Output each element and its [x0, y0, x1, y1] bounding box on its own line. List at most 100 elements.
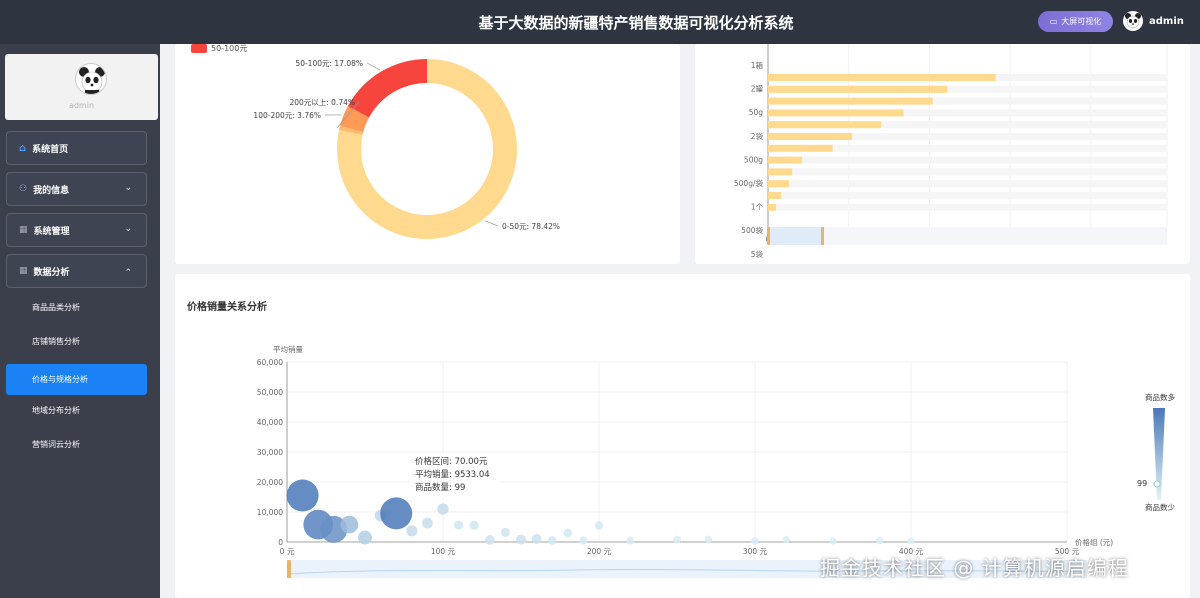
submenu-region-analysis[interactable]: 地域分布分析 — [6, 395, 147, 426]
user-icon: ⚇ — [19, 184, 28, 194]
scatter-point[interactable] — [406, 525, 418, 537]
bar-category-label: 1箱 — [751, 60, 764, 70]
bar-value[interactable] — [768, 168, 793, 176]
user-name: admin — [1149, 15, 1184, 27]
scatter-point[interactable] — [594, 521, 604, 530]
scatter-y-tick-label: 0 — [278, 538, 283, 547]
scatter-x-tick-label: 0 元 — [280, 547, 295, 556]
watermark: 掘金技术社区 @ 计算机源启编程 — [820, 556, 1129, 580]
home-icon: ⌂ — [19, 142, 27, 154]
bar-value[interactable] — [768, 74, 996, 81]
bar-value[interactable] — [768, 133, 852, 140]
legend-swatch[interactable] — [191, 44, 207, 53]
legend-label[interactable]: 50-100元 — [211, 44, 247, 53]
pie-chart-panel: 50-100元 0-50元: 78.42% 50-100元: 17.08% 100-… — [175, 44, 680, 264]
scatter-point[interactable] — [437, 503, 449, 515]
scatter-point[interactable] — [340, 515, 359, 534]
bar-category-label: 2袋 — [751, 131, 764, 141]
pie-slice-label: 100-200元: 3.76% — [253, 111, 321, 120]
sidebar: admin ⌂ 系统首页 ⚇ 我的信息 ⌄ ▦ 系统管理 ⌄ ▦ 数据分析 ⌃ … — [0, 44, 160, 598]
submenu-price-spec-analysis[interactable]: 价格与规格分析 — [6, 364, 147, 395]
scatter-point[interactable] — [531, 534, 542, 544]
scatter-point[interactable] — [516, 534, 526, 545]
scatter-point[interactable] — [907, 537, 915, 545]
scatter-point[interactable] — [500, 527, 510, 537]
spec-sales-bar-chart: 1箱2罐50g2袋500g500g/袋1个500袋5袋 050,000100,0… — [734, 44, 1168, 259]
scatter-point[interactable] — [286, 479, 319, 512]
bar-background — [768, 168, 1167, 176]
grid-icon: ▦ — [19, 225, 28, 235]
bar-category-label: 500g/袋 — [734, 178, 764, 188]
profile-name: admin — [68, 101, 95, 110]
bar-value[interactable] — [768, 203, 777, 211]
scatter-y-tick-label: 10,000 — [257, 508, 283, 517]
scatter-x-tick-label: 100 元 — [431, 547, 456, 556]
bar-category-label: 5袋 — [751, 249, 764, 259]
pie-slice-label: 0-50元: 78.42% — [502, 222, 560, 231]
scatter-point[interactable] — [422, 517, 433, 529]
pie-slice-label: 50-100元: 17.08% — [295, 59, 363, 68]
top-header: 基于大数据的新疆特产销售数据可视化分析系统 ▭ 大屏可视化 admin — [0, 0, 1200, 44]
submenu-wordcloud-analysis[interactable]: 营销词云分析 — [6, 429, 147, 460]
menu-item-home[interactable]: ⌂ 系统首页 — [6, 131, 147, 165]
scatter-x-tick-label: 300 元 — [743, 547, 768, 556]
visualmap-min-label: 商品数少 — [1145, 502, 1175, 512]
scatter-point[interactable] — [358, 530, 372, 545]
bar-value[interactable] — [768, 180, 789, 188]
monitor-icon: ▭ — [1049, 17, 1058, 26]
bar-value[interactable] — [768, 85, 948, 93]
scatter-point[interactable] — [454, 520, 464, 530]
scatter-y-tick-label: 30,000 — [257, 448, 283, 457]
pie-leader-line — [366, 62, 381, 71]
user-menu[interactable]: admin — [1123, 11, 1184, 31]
price-sales-scatter-chart: 平均销量 价格组 (元) 0 10,000 20,000 30,000 40,000 50… — [257, 344, 1175, 578]
grid-icon: ▦ — [19, 266, 28, 276]
scatter-datazoom-handle-left[interactable] — [287, 560, 291, 578]
scatter-point[interactable] — [673, 535, 681, 544]
submenu-category-analysis[interactable]: 商品品类分析 — [6, 292, 147, 323]
scatter-point[interactable] — [563, 528, 573, 538]
datazoom-track[interactable] — [767, 227, 1167, 245]
menu-item-data-analysis[interactable]: ▦ 数据分析 ⌃ — [6, 254, 147, 288]
bar-background — [768, 156, 1167, 164]
system-title: 基于大数据的新疆特产销售数据可视化分析系统 — [478, 14, 794, 32]
scatter-point[interactable] — [829, 537, 837, 545]
scatter-point[interactable] — [484, 535, 495, 545]
bar-value[interactable] — [768, 144, 833, 152]
scatter-point[interactable] — [579, 536, 588, 545]
bar-background — [768, 203, 1167, 211]
bar-value[interactable] — [768, 192, 781, 199]
scatter-tooltip: 价格区间: 70.00元 平均销量: 9533.04 商品数量: 99 — [409, 454, 499, 497]
scatter-x-tick-label: 200 元 — [587, 547, 612, 556]
big-screen-button[interactable]: ▭ 大屏可视化 — [1038, 11, 1113, 32]
price-range-pie-chart: 50-100元 0-50元: 78.42% 50-100元: 17.08% 100-… — [191, 44, 560, 240]
visualmap-value: 99 — [1137, 479, 1147, 488]
pie-slice-label: 200元以上: 0.74% — [289, 98, 355, 107]
menu-item-my-info[interactable]: ⚇ 我的信息 ⌄ — [6, 172, 147, 206]
big-screen-label: 大屏可视化 — [1061, 17, 1102, 26]
scatter-point[interactable] — [782, 535, 790, 544]
scatter-y-tick-label: 40,000 — [257, 418, 283, 427]
bar-value[interactable] — [768, 109, 904, 117]
scatter-point[interactable] — [876, 537, 884, 545]
bar-value[interactable] — [768, 156, 802, 164]
submenu-shop-sales-analysis[interactable]: 店铺销售分析 — [6, 326, 147, 357]
scatter-point[interactable] — [380, 497, 413, 530]
scatter-point[interactable] — [626, 536, 635, 545]
spec-bar-chart-panel: 1箱2罐50g2袋500g500g/袋1个500袋5袋 050,000100,0… — [695, 44, 1190, 264]
bar-value[interactable] — [768, 97, 933, 105]
datazoom-window[interactable] — [769, 227, 823, 245]
datazoom-handle-left[interactable] — [767, 227, 770, 245]
bar-background — [768, 180, 1167, 188]
panda-avatar-icon — [75, 63, 107, 95]
visualmap-handle[interactable] — [1153, 480, 1161, 488]
scatter-point[interactable] — [704, 535, 712, 544]
datazoom-handle-right[interactable] — [821, 227, 824, 245]
menu-item-system-manage[interactable]: ▦ 系统管理 ⌄ — [6, 213, 147, 247]
scatter-point[interactable] — [751, 537, 759, 545]
bar-category-label: 500袋 — [741, 225, 763, 235]
scatter-point[interactable] — [547, 536, 557, 545]
bar-value[interactable] — [768, 121, 881, 129]
scatter-y-tick-label: 20,000 — [257, 478, 283, 487]
scatter-point[interactable] — [469, 520, 479, 530]
